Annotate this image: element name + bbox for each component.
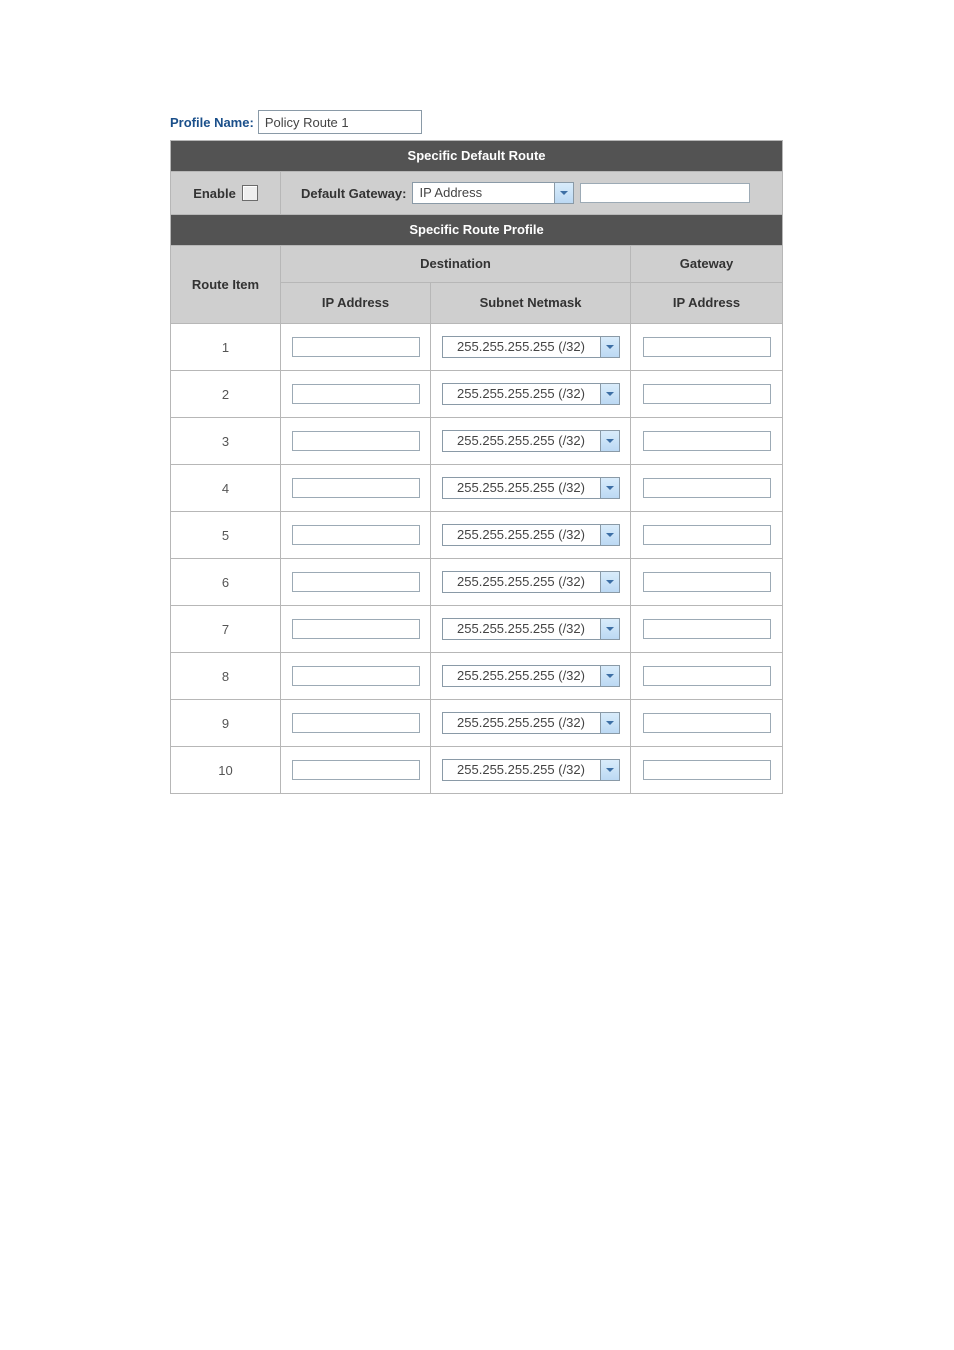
route-item-index: 10 bbox=[171, 747, 281, 794]
route-row: 8 255.255.255.255 (/32) bbox=[171, 653, 783, 700]
route-row: 6 255.255.255.255 (/32) bbox=[171, 559, 783, 606]
gateway-ip-input[interactable] bbox=[643, 478, 771, 498]
chevron-down-icon bbox=[600, 666, 619, 686]
dest-ip-input[interactable] bbox=[292, 525, 420, 545]
route-row: 9 255.255.255.255 (/32) bbox=[171, 700, 783, 747]
dest-ip-input[interactable] bbox=[292, 619, 420, 639]
subnet-netmask-value: 255.255.255.255 (/32) bbox=[443, 525, 600, 545]
default-gateway-type-value: IP Address bbox=[413, 183, 554, 203]
route-item-index: 9 bbox=[171, 700, 281, 747]
gateway-ip-input[interactable] bbox=[643, 760, 771, 780]
subnet-netmask-select[interactable]: 255.255.255.255 (/32) bbox=[442, 477, 620, 499]
route-row: 4 255.255.255.255 (/32) bbox=[171, 465, 783, 512]
gateway-ip-input[interactable] bbox=[643, 572, 771, 592]
subnet-netmask-value: 255.255.255.255 (/32) bbox=[443, 384, 600, 404]
destination-header: Destination bbox=[281, 246, 631, 283]
subnet-netmask-select[interactable]: 255.255.255.255 (/32) bbox=[442, 571, 620, 593]
enable-label: Enable bbox=[193, 186, 236, 201]
chevron-down-icon bbox=[600, 337, 619, 357]
dest-netmask-header: Subnet Netmask bbox=[431, 283, 631, 324]
subnet-netmask-value: 255.255.255.255 (/32) bbox=[443, 619, 600, 639]
default-gateway-label: Default Gateway: bbox=[301, 186, 406, 201]
policy-route-table: Specific Default Route Enable Default Ga… bbox=[170, 140, 783, 794]
dest-ip-input[interactable] bbox=[292, 760, 420, 780]
route-row: 1 255.255.255.255 (/32) bbox=[171, 324, 783, 371]
subnet-netmask-value: 255.255.255.255 (/32) bbox=[443, 337, 600, 357]
subnet-netmask-select[interactable]: 255.255.255.255 (/32) bbox=[442, 712, 620, 734]
default-gateway-type-select[interactable]: IP Address bbox=[412, 182, 574, 204]
chevron-down-icon bbox=[600, 431, 619, 451]
subnet-netmask-value: 255.255.255.255 (/32) bbox=[443, 666, 600, 686]
dest-ip-input[interactable] bbox=[292, 431, 420, 451]
route-item-index: 6 bbox=[171, 559, 281, 606]
route-item-index: 1 bbox=[171, 324, 281, 371]
dest-ip-input[interactable] bbox=[292, 666, 420, 686]
route-item-header: Route Item bbox=[171, 246, 281, 324]
chevron-down-icon bbox=[554, 183, 573, 203]
gateway-ip-input[interactable] bbox=[643, 337, 771, 357]
default-route-row: Enable Default Gateway: IP Address bbox=[171, 172, 783, 215]
subnet-netmask-value: 255.255.255.255 (/32) bbox=[443, 431, 600, 451]
chevron-down-icon bbox=[600, 713, 619, 733]
subnet-netmask-select[interactable]: 255.255.255.255 (/32) bbox=[442, 383, 620, 405]
dest-ip-input[interactable] bbox=[292, 572, 420, 592]
dest-ip-header: IP Address bbox=[281, 283, 431, 324]
profile-name-input[interactable] bbox=[258, 110, 422, 134]
route-item-index: 4 bbox=[171, 465, 281, 512]
subnet-netmask-select[interactable]: 255.255.255.255 (/32) bbox=[442, 665, 620, 687]
profile-name-label: Profile Name: bbox=[170, 115, 254, 130]
gateway-ip-header: IP Address bbox=[631, 283, 782, 323]
subnet-netmask-select[interactable]: 255.255.255.255 (/32) bbox=[442, 618, 620, 640]
gateway-header: Gateway bbox=[631, 246, 782, 283]
chevron-down-icon bbox=[600, 572, 619, 592]
section-route-profile-header: Specific Route Profile bbox=[171, 215, 783, 246]
subnet-netmask-value: 255.255.255.255 (/32) bbox=[443, 713, 600, 733]
dest-ip-input[interactable] bbox=[292, 713, 420, 733]
chevron-down-icon bbox=[600, 525, 619, 545]
subnet-netmask-value: 255.255.255.255 (/32) bbox=[443, 572, 600, 592]
subnet-netmask-value: 255.255.255.255 (/32) bbox=[443, 760, 600, 780]
route-row: 7 255.255.255.255 (/32) bbox=[171, 606, 783, 653]
gateway-ip-input[interactable] bbox=[643, 431, 771, 451]
gateway-ip-input[interactable] bbox=[643, 384, 771, 404]
gateway-ip-input[interactable] bbox=[643, 525, 771, 545]
enable-checkbox[interactable] bbox=[242, 185, 258, 201]
chevron-down-icon bbox=[600, 384, 619, 404]
route-row: 3 255.255.255.255 (/32) bbox=[171, 418, 783, 465]
subnet-netmask-select[interactable]: 255.255.255.255 (/32) bbox=[442, 336, 620, 358]
subnet-netmask-value: 255.255.255.255 (/32) bbox=[443, 478, 600, 498]
section-default-route-header: Specific Default Route bbox=[171, 141, 783, 172]
gateway-ip-input[interactable] bbox=[643, 619, 771, 639]
route-item-index: 2 bbox=[171, 371, 281, 418]
route-item-index: 5 bbox=[171, 512, 281, 559]
route-row: 2 255.255.255.255 (/32) bbox=[171, 371, 783, 418]
route-row: 5 255.255.255.255 (/32) bbox=[171, 512, 783, 559]
gateway-ip-input[interactable] bbox=[643, 666, 771, 686]
chevron-down-icon bbox=[600, 619, 619, 639]
subnet-netmask-select[interactable]: 255.255.255.255 (/32) bbox=[442, 524, 620, 546]
chevron-down-icon bbox=[600, 760, 619, 780]
dest-ip-input[interactable] bbox=[292, 384, 420, 404]
gateway-ip-input[interactable] bbox=[643, 713, 771, 733]
route-row: 10 255.255.255.255 (/32) bbox=[171, 747, 783, 794]
route-item-index: 7 bbox=[171, 606, 281, 653]
subnet-netmask-select[interactable]: 255.255.255.255 (/32) bbox=[442, 430, 620, 452]
chevron-down-icon bbox=[600, 478, 619, 498]
route-item-index: 3 bbox=[171, 418, 281, 465]
route-item-index: 8 bbox=[171, 653, 281, 700]
dest-ip-input[interactable] bbox=[292, 337, 420, 357]
profile-name-row: Profile Name: bbox=[170, 110, 784, 134]
subnet-netmask-select[interactable]: 255.255.255.255 (/32) bbox=[442, 759, 620, 781]
default-gateway-ip-input[interactable] bbox=[580, 183, 750, 203]
dest-ip-input[interactable] bbox=[292, 478, 420, 498]
